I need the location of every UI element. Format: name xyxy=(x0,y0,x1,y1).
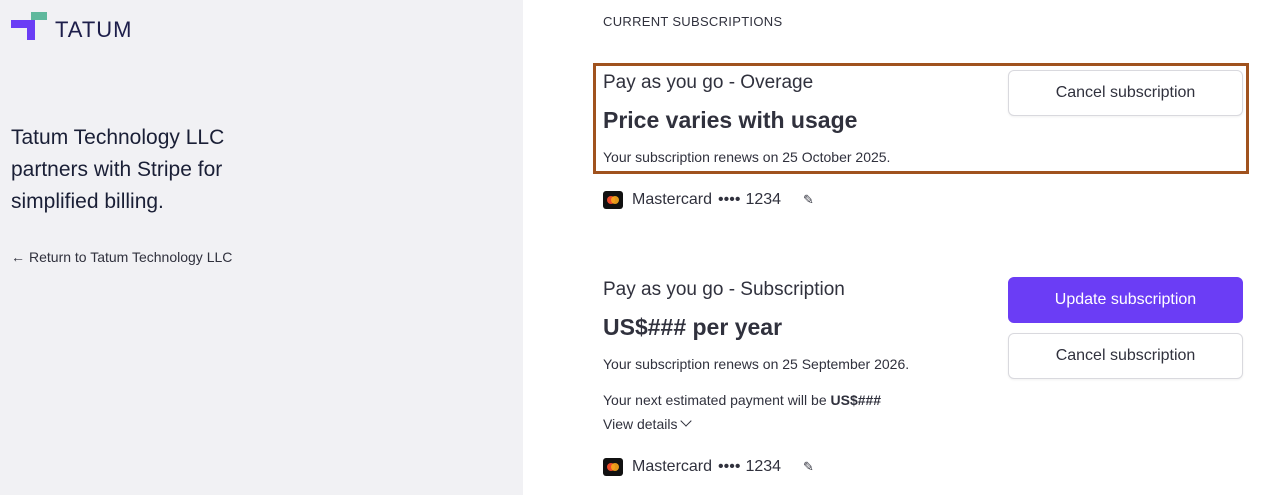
subscription-renewal: Your subscription renews on 25 September… xyxy=(603,356,910,372)
subscription-name: Pay as you go - Subscription xyxy=(603,279,845,300)
logo-text: TATUM xyxy=(55,17,133,42)
mastercard-icon xyxy=(603,458,623,476)
return-link[interactable]: ← Return to Tatum Technology LLC xyxy=(11,249,232,265)
arrow-left-icon: ← xyxy=(11,249,25,265)
estimate-prefix: Your next estimated payment will be xyxy=(603,392,827,408)
card-brand: Mastercard xyxy=(632,458,713,475)
view-details-label: View details xyxy=(603,416,678,432)
left-panel: TATUM Tatum Technology LLC partners with… xyxy=(0,0,523,495)
cancel-subscription-button[interactable]: Cancel subscription xyxy=(1008,333,1243,379)
subscription-name: Pay as you go - Overage xyxy=(603,72,814,93)
card-last4: 1234 xyxy=(745,458,782,475)
estimate-amount: US$### xyxy=(830,392,882,408)
update-subscription-button[interactable]: Update subscription xyxy=(1008,277,1243,323)
subscription-price: Price varies with usage xyxy=(603,107,858,133)
tatum-logo-icon xyxy=(11,12,47,40)
subscription-price: US$### per year xyxy=(603,314,783,340)
card-dots: •••• xyxy=(718,191,741,208)
payment-method-row: Mastercard •••• 1234 ✎ xyxy=(603,191,814,209)
chevron-down-icon xyxy=(680,415,693,427)
estimated-payment: Your next estimated payment will be US$#… xyxy=(603,392,881,408)
tagline: Tatum Technology LLC partners with Strip… xyxy=(11,126,225,213)
payment-method-row: Mastercard •••• 1234 ✎ xyxy=(603,458,814,476)
edit-pencil-icon[interactable]: ✎ xyxy=(803,192,814,208)
mastercard-icon xyxy=(603,191,623,209)
section-title: CURRENT SUBSCRIPTIONS xyxy=(603,14,783,29)
view-details-toggle[interactable]: View details xyxy=(603,415,693,432)
cancel-subscription-button[interactable]: Cancel subscription xyxy=(1008,70,1243,116)
return-link-label: Return to Tatum Technology LLC xyxy=(29,249,233,265)
subscriptions-panel: CURRENT SUBSCRIPTIONS Pay as you go - Ov… xyxy=(523,0,1275,495)
card-brand: Mastercard xyxy=(632,191,713,208)
card-dots: •••• xyxy=(718,458,741,475)
edit-pencil-icon[interactable]: ✎ xyxy=(803,459,814,475)
subscription-renewal: Your subscription renews on 25 October 2… xyxy=(603,149,891,165)
card-last4: 1234 xyxy=(745,191,782,208)
tatum-logo[interactable]: TATUM xyxy=(11,10,133,42)
